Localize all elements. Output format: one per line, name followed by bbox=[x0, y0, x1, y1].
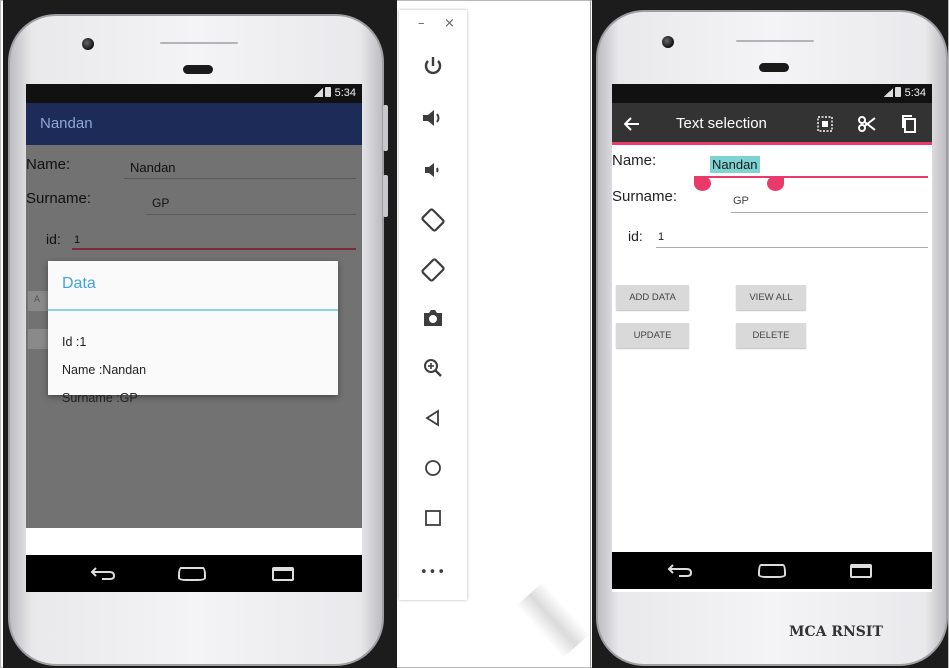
minimize-window-button[interactable]: – bbox=[418, 16, 425, 31]
page: 5:34 Nandan Name: Nandan Surname: GP id:… bbox=[0, 0, 949, 668]
selection-start-handle[interactable] bbox=[694, 176, 711, 191]
status-bar: 5:34 bbox=[612, 84, 932, 103]
dialog-title: Data bbox=[62, 275, 96, 292]
select-all-icon[interactable] bbox=[817, 116, 833, 132]
battery-icon bbox=[894, 87, 901, 97]
update-button[interactable]: UPDATE bbox=[616, 323, 689, 348]
id-input[interactable]: 1 bbox=[658, 231, 664, 243]
battery-icon bbox=[324, 87, 331, 97]
dialog-title-divider bbox=[48, 309, 338, 311]
surname-input[interactable]: GP bbox=[152, 196, 169, 210]
name-input-underline bbox=[124, 178, 356, 179]
recents-nav-icon[interactable] bbox=[850, 564, 872, 578]
name-label: Name: bbox=[612, 152, 657, 169]
home-nav-icon[interactable] bbox=[758, 564, 786, 578]
emulator-toolbar: – × ••• bbox=[399, 10, 467, 600]
earpiece-speaker bbox=[160, 42, 238, 44]
camera-icon[interactable] bbox=[418, 304, 448, 332]
overview-icon[interactable] bbox=[418, 504, 448, 532]
text-selection-action-bar: Text selection bbox=[612, 103, 932, 145]
back-nav-icon[interactable] bbox=[667, 561, 693, 579]
rotate-left-icon[interactable] bbox=[418, 206, 448, 234]
signal-icon bbox=[883, 88, 893, 97]
status-time: 5:34 bbox=[334, 87, 356, 99]
back-icon[interactable] bbox=[418, 404, 448, 432]
recents-nav-icon[interactable] bbox=[272, 567, 294, 581]
proximity-sensor bbox=[183, 65, 213, 74]
right-phone-screen: 5:34 Text selection Name: Nandan Surname… bbox=[612, 84, 932, 592]
zoom-icon[interactable] bbox=[418, 354, 448, 382]
surname-label: Surname: bbox=[26, 190, 92, 207]
left-phone-screen: 5:34 Nandan Name: Nandan Surname: GP id:… bbox=[26, 84, 362, 592]
id-input-underline bbox=[72, 248, 356, 250]
id-label: id: bbox=[46, 231, 61, 247]
selection-end-handle[interactable] bbox=[767, 176, 784, 191]
surname-input-underline bbox=[146, 214, 356, 215]
cut-icon[interactable] bbox=[858, 115, 876, 133]
volume-up-icon[interactable] bbox=[418, 104, 448, 132]
action-bar-accent bbox=[612, 142, 932, 145]
navigation-bar bbox=[26, 555, 362, 592]
name-label: Name: bbox=[26, 156, 71, 173]
name-input[interactable]: Nandan bbox=[130, 160, 176, 175]
dialog-message: Id :1 Name :Nandan Surname :GP bbox=[62, 321, 146, 419]
signal-icon bbox=[313, 88, 323, 97]
power-side-button bbox=[383, 105, 388, 151]
close-window-button[interactable]: × bbox=[444, 16, 455, 31]
front-camera-icon bbox=[662, 36, 674, 48]
dialog-name-line: Name :Nandan bbox=[62, 363, 147, 377]
volume-down-icon[interactable] bbox=[418, 156, 448, 184]
watermark-text: MCA RNSIT bbox=[789, 624, 883, 640]
delete-button[interactable]: DELETE bbox=[736, 323, 806, 348]
app-title: Nandan bbox=[40, 115, 93, 132]
back-arrow-icon[interactable] bbox=[624, 117, 640, 131]
add-data-button[interactable]: ADD DATA bbox=[616, 285, 689, 310]
status-bar: 5:34 bbox=[26, 84, 362, 103]
dialog-id-line: Id :1 bbox=[62, 335, 87, 349]
front-camera-icon bbox=[82, 38, 94, 50]
home-nav-icon[interactable] bbox=[178, 567, 206, 581]
add-data-button-obscured: A bbox=[28, 291, 48, 311]
action-bar-title: Text selection bbox=[676, 115, 767, 132]
data-dialog: Data Id :1 Name :Nandan Surname :GP bbox=[48, 261, 338, 405]
copy-icon[interactable] bbox=[901, 115, 917, 133]
surname-label: Surname: bbox=[612, 188, 678, 205]
proximity-sensor bbox=[759, 63, 789, 72]
id-input[interactable]: 1 bbox=[74, 234, 80, 246]
surname-input-underline bbox=[731, 212, 928, 213]
earpiece-speaker bbox=[736, 40, 814, 42]
status-time: 5:34 bbox=[904, 87, 926, 99]
name-input-underline bbox=[700, 176, 928, 178]
surname-input[interactable]: GP bbox=[733, 195, 749, 207]
id-input-underline bbox=[656, 247, 928, 248]
view-all-button[interactable]: VIEW ALL bbox=[736, 285, 806, 310]
app-bar: Nandan bbox=[26, 103, 362, 145]
id-label: id: bbox=[628, 228, 643, 244]
dialog-surname-line: Surname :GP bbox=[62, 391, 138, 405]
home-icon[interactable] bbox=[418, 454, 448, 482]
rotate-right-icon[interactable] bbox=[418, 256, 448, 284]
power-icon[interactable] bbox=[418, 52, 448, 80]
more-options-icon[interactable]: ••• bbox=[418, 558, 448, 586]
name-input-selected-text[interactable]: Nandan bbox=[710, 156, 760, 173]
volume-side-button bbox=[383, 175, 388, 217]
panel-divider bbox=[590, 0, 591, 668]
back-nav-icon[interactable] bbox=[90, 564, 116, 582]
navigation-bar bbox=[612, 552, 932, 589]
update-button-obscured bbox=[28, 329, 48, 349]
